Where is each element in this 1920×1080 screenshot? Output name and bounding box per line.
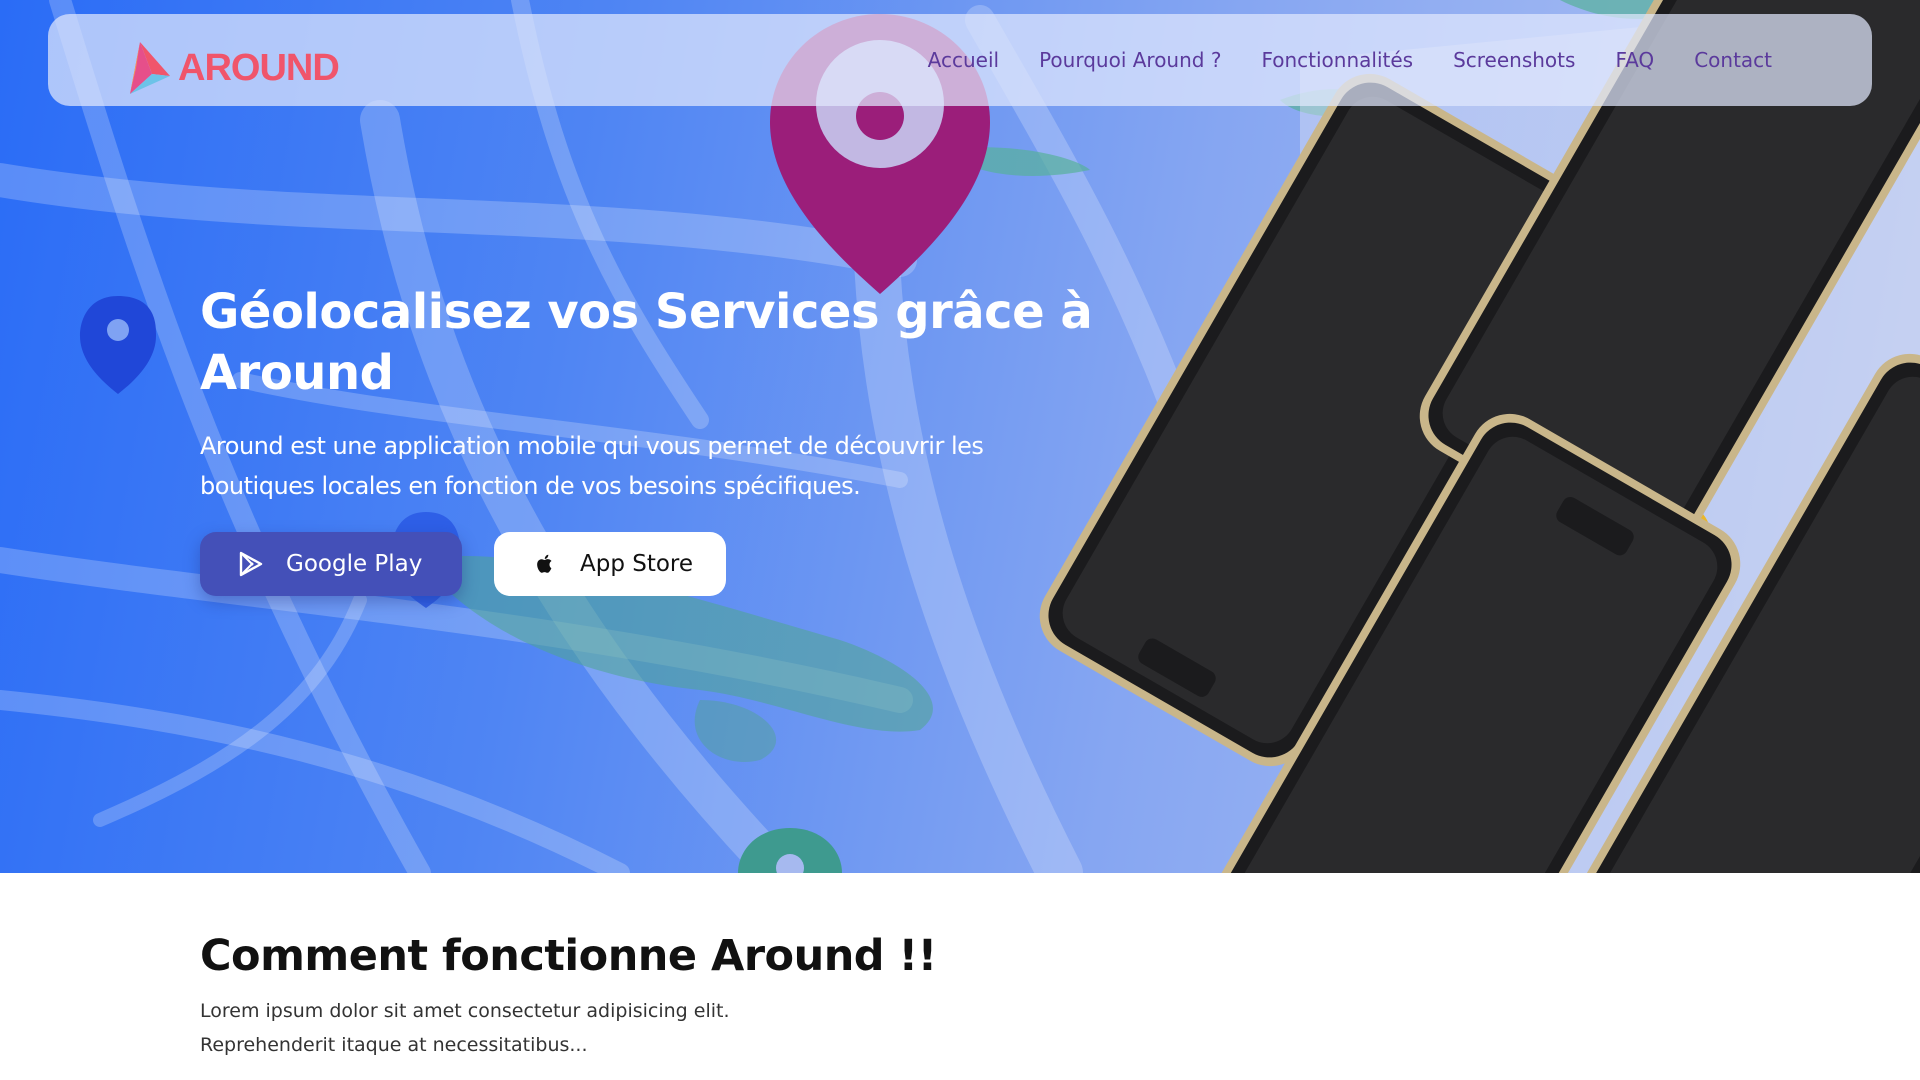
nav-item-contact[interactable]: Contact (1694, 48, 1772, 72)
around-logo-icon (130, 42, 170, 94)
section-title: Comment fonctionne Around !! (200, 931, 937, 981)
map-pin-icon-blue (80, 296, 157, 394)
hero-description: Around est une application mobile qui vo… (200, 432, 984, 500)
brand-name: AROUND (178, 46, 340, 89)
nav-item-faq[interactable]: FAQ (1615, 48, 1654, 72)
nav-item-accueil[interactable]: Accueil (928, 48, 999, 72)
navbar: AROUND Accueil Pourquoi Around ? Fonctio… (48, 14, 1872, 106)
app-store-button[interactable]: App Store (494, 532, 726, 596)
store-buttons: Google Play App Store (200, 532, 1100, 596)
nav-item-screenshots[interactable]: Screenshots (1453, 48, 1575, 72)
section-text: Lorem ipsum dolor sit amet consectetur a… (200, 1000, 730, 1056)
brand-logo[interactable]: AROUND (126, 38, 340, 98)
app-store-label: App Store (580, 551, 694, 577)
nav-menu: Accueil Pourquoi Around ? Fonctionnalité… (928, 14, 1772, 106)
how-it-works-section: Comment fonctionne Around !! Lorem ipsum… (200, 928, 1700, 1062)
apple-icon (537, 554, 552, 573)
google-play-button[interactable]: Google Play (200, 532, 462, 596)
google-play-label: Google Play (286, 551, 423, 577)
play-store-icon (239, 551, 263, 577)
nav-item-fonctionnalites[interactable]: Fonctionnalités (1261, 48, 1413, 72)
hero-title: Géolocalisez vos Services grâce à Around (200, 284, 1093, 401)
hero-section: Géolocalisez vos Services grâce à Around… (0, 0, 1920, 873)
hero-content: Géolocalisez vos Services grâce à Around… (200, 282, 1100, 596)
nav-item-pourquoi-around[interactable]: Pourquoi Around ? (1039, 48, 1221, 72)
